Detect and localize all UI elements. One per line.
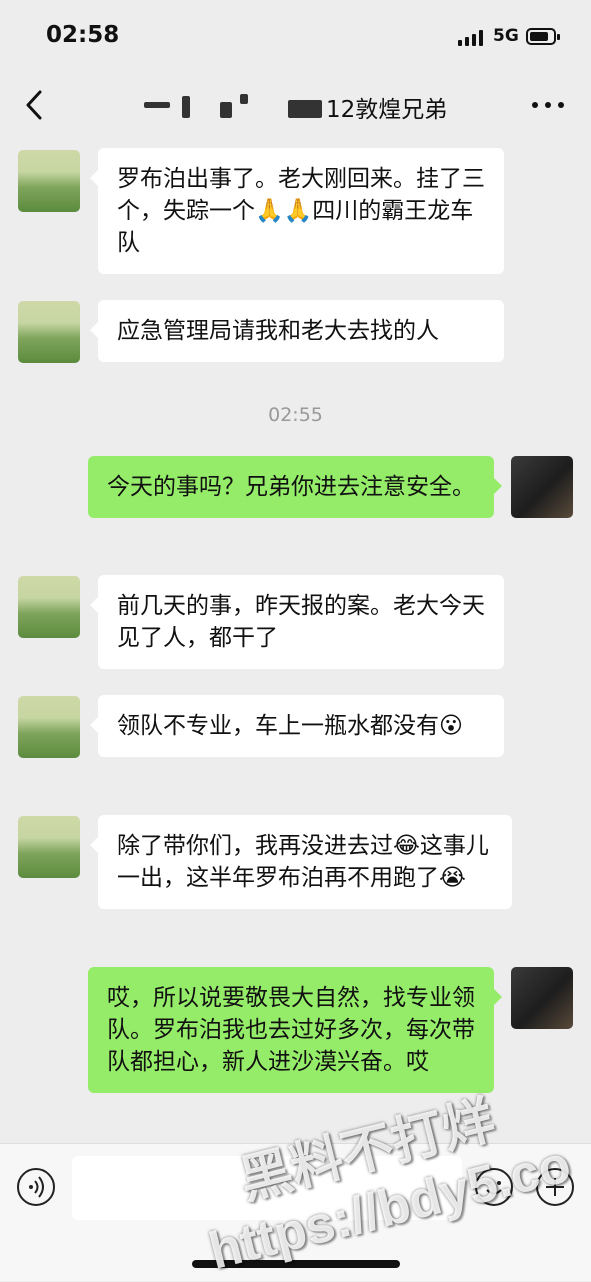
back-icon[interactable] (22, 88, 52, 122)
message-input[interactable] (72, 1156, 462, 1220)
emoji-icon[interactable] (475, 1168, 513, 1206)
contact-avatar[interactable] (18, 576, 80, 638)
chat-title-area: 12敦煌兄弟 (140, 90, 470, 123)
message-bubble[interactable]: 罗布泊出事了。老大刚回来。挂了三个，失踪一个🙏🙏四川的霸王龙车队 (90, 148, 504, 274)
redaction-mark (240, 94, 248, 104)
message-bubble[interactable]: 前几天的事，昨天报的案。老大今天见了人，都干了 (90, 575, 504, 669)
battery-icon (526, 28, 560, 45)
plus-icon[interactable] (536, 1168, 574, 1206)
redaction-mark (182, 96, 190, 118)
contact-avatar[interactable] (18, 816, 80, 878)
more-icon[interactable] (532, 102, 564, 110)
redaction-mark (144, 102, 170, 108)
chat-title: 12敦煌兄弟 (326, 97, 448, 123)
status-bar: 02:58 5G (0, 0, 591, 70)
message-bubble[interactable]: 哎，所以说要敬畏大自然，找专业领队。罗布泊我也去过好多次，每次带队都担心，新人进… (88, 967, 502, 1093)
chat-header: 12敦煌兄弟 (0, 70, 591, 140)
message-bubble[interactable]: 除了带你们，我再没进去过😂这事儿一出，这半年罗布泊再不用跑了😭 (90, 815, 512, 909)
message-bubble[interactable]: 领队不专业，车上一瓶水都没有😮 (90, 695, 504, 757)
signal-icon (458, 30, 486, 46)
redaction-mark (220, 102, 232, 118)
network-type: 5G (493, 26, 519, 46)
voice-icon[interactable] (17, 1168, 55, 1206)
contact-avatar[interactable] (18, 150, 80, 212)
contact-avatar[interactable] (18, 696, 80, 758)
status-time: 02:58 (46, 22, 120, 48)
message-bubble[interactable]: 应急管理局请我和老大去找的人 (90, 300, 504, 362)
message-bubble[interactable]: 今天的事吗？兄弟你进去注意安全。 (88, 456, 502, 518)
my-avatar[interactable] (511, 456, 573, 518)
message-timestamp: 02:55 (268, 404, 323, 426)
contact-avatar[interactable] (18, 301, 80, 363)
home-indicator (192, 1260, 400, 1268)
redaction-mark (288, 100, 322, 118)
my-avatar[interactable] (511, 967, 573, 1029)
